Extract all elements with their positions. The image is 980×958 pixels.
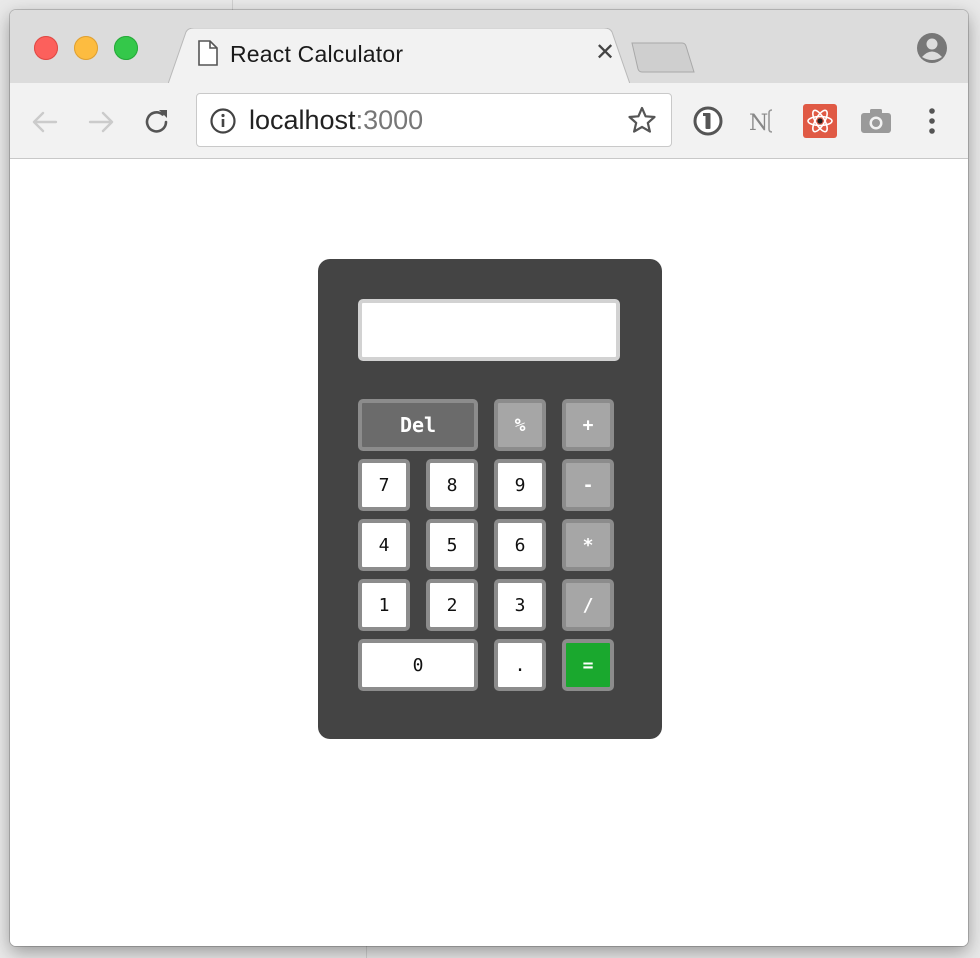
decimal-point-button[interactable]: . [494, 639, 546, 691]
browser-toolbar: localhost:3000 N [10, 83, 968, 159]
1password-icon[interactable] [690, 103, 726, 139]
info-icon[interactable] [209, 107, 237, 135]
reload-icon[interactable] [140, 105, 174, 139]
digit-5-button[interactable]: 5 [426, 519, 478, 571]
kebab-menu-icon[interactable] [914, 103, 950, 139]
browser-window: React Calculator ✕ localhost:3000 N Del … [10, 10, 968, 946]
close-icon[interactable]: ✕ [594, 41, 616, 65]
digit-8-button[interactable]: 8 [426, 459, 478, 511]
forward-arrow-icon[interactable] [84, 105, 118, 139]
digit-4-button[interactable]: 4 [358, 519, 410, 571]
back-arrow-icon[interactable] [28, 105, 62, 139]
digit-1-button[interactable]: 1 [358, 579, 410, 631]
star-icon[interactable] [627, 105, 657, 135]
profile-icon[interactable] [916, 32, 948, 64]
desktop-line [232, 0, 233, 10]
digit-0-button[interactable]: 0 [358, 639, 478, 691]
browser-tab[interactable]: React Calculator ✕ [168, 28, 630, 84]
divide-button[interactable]: / [562, 579, 614, 631]
delete-button[interactable]: Del [358, 399, 478, 451]
url-text: localhost:3000 [249, 105, 423, 136]
page-content: Del % + 7 8 9 - 4 5 6 * 1 2 3 / 0 . = [10, 159, 968, 946]
calculator-display [358, 299, 620, 361]
calculator: Del % + 7 8 9 - 4 5 6 * 1 2 3 / 0 . = [318, 259, 662, 739]
digit-3-button[interactable]: 3 [494, 579, 546, 631]
digit-6-button[interactable]: 6 [494, 519, 546, 571]
maximize-window-button[interactable] [114, 36, 138, 60]
camera-icon[interactable] [858, 103, 894, 139]
close-window-button[interactable] [34, 36, 58, 60]
svg-text:N: N [749, 111, 768, 136]
react-devtools-icon[interactable] [802, 103, 838, 139]
url-host: localhost [249, 105, 356, 135]
title-bar: React Calculator ✕ [10, 10, 968, 84]
plus-button[interactable]: + [562, 399, 614, 451]
minimize-window-button[interactable] [74, 36, 98, 60]
desktop-line [366, 946, 367, 958]
notion-icon[interactable]: N [746, 103, 782, 139]
new-tab-button[interactable] [630, 42, 696, 74]
tab-title: React Calculator [230, 41, 404, 67]
digit-9-button[interactable]: 9 [494, 459, 546, 511]
digit-7-button[interactable]: 7 [358, 459, 410, 511]
page-icon [198, 40, 218, 66]
equals-button[interactable]: = [562, 639, 614, 691]
digit-2-button[interactable]: 2 [426, 579, 478, 631]
minus-button[interactable]: - [562, 459, 614, 511]
percent-button[interactable]: % [494, 399, 546, 451]
url-port: :3000 [355, 105, 424, 135]
multiply-button[interactable]: * [562, 519, 614, 571]
address-bar[interactable]: localhost:3000 [196, 93, 672, 147]
